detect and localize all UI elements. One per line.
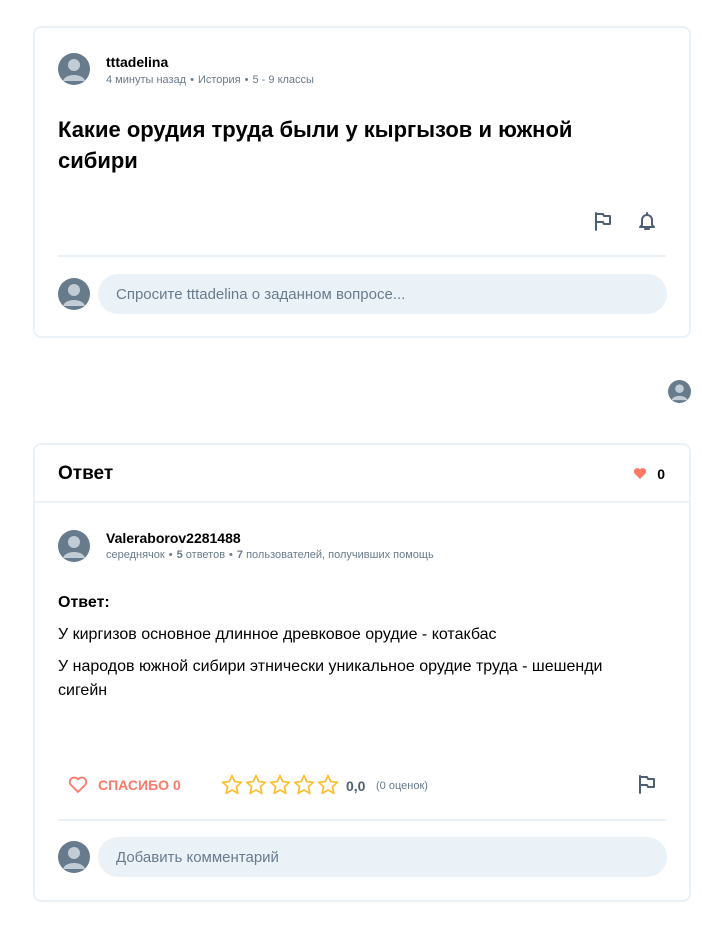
question-subject[interactable]: История xyxy=(198,74,241,86)
question-time: 4 минуты назад xyxy=(106,74,187,86)
star-outline-icon[interactable] xyxy=(316,773,340,797)
answer-author-helped-label: пользователей, получивших помощь xyxy=(246,549,434,561)
thanks-button[interactable]: СПАСИБО 0 xyxy=(68,773,181,797)
answer-author-meta: середнячок • 5 ответов • 7 пользователей, по… xyxy=(106,549,434,561)
thanks-label: СПАСИБО 0 xyxy=(98,777,181,793)
answer-paragraph: У народов южной сибири этнически уникаль… xyxy=(58,658,603,699)
heart-outline-icon xyxy=(68,776,88,793)
answer-header-title: Ответ xyxy=(58,463,114,484)
answer-author-avatar[interactable] xyxy=(58,530,90,562)
answer-header: Ответ 0 xyxy=(35,445,689,503)
question-comment-input[interactable] xyxy=(98,274,667,314)
user-avatar-icon xyxy=(63,59,85,81)
answer-author-name[interactable]: Valeraborov2281488 xyxy=(106,530,241,546)
rating-value: 0,0 xyxy=(346,778,366,794)
question-grade: 5 - 9 классы xyxy=(252,74,314,86)
star-outline-icon[interactable] xyxy=(220,773,244,797)
report-answer-button[interactable] xyxy=(636,773,658,795)
question-title: Какие орудия труда были у кыргызов и южн… xyxy=(58,117,573,173)
answer-author-helped-count: 7 xyxy=(236,549,244,561)
question-author-avatar[interactable] xyxy=(58,53,90,85)
user-avatar-icon xyxy=(63,284,85,306)
answer-card: Ответ 0 Valeraborov2281488 середнячок • 5 … xyxy=(33,443,691,902)
question-author-name[interactable]: tttadelina xyxy=(106,54,168,70)
answer-comment-input[interactable] xyxy=(98,837,667,877)
answer-body-label: Ответ: xyxy=(58,594,110,611)
rating-count: (0 оценок) xyxy=(376,780,428,792)
rating-stars[interactable] xyxy=(220,773,340,797)
bell-icon xyxy=(639,212,655,230)
user-avatar-icon xyxy=(671,384,688,401)
star-outline-icon[interactable] xyxy=(244,773,268,797)
answer-author-answers-label: ответов xyxy=(185,549,226,561)
answer-likes-heart[interactable] xyxy=(633,467,647,485)
user-avatar-icon xyxy=(63,847,85,869)
answer-commenter-avatar xyxy=(58,841,90,873)
question-divider xyxy=(58,255,666,257)
answer-paragraph: У киргизов основное длинное древковое ор… xyxy=(58,626,497,643)
commenter-avatar xyxy=(58,278,90,310)
flag-icon xyxy=(639,775,655,794)
question-card: tttadelina 4 минуты назад • История • 5 - 9 … xyxy=(33,26,691,338)
heart-icon xyxy=(633,468,647,479)
user-avatar-icon xyxy=(63,536,85,558)
answer-author-rank: середнячок xyxy=(106,549,165,561)
answer-likes-count: 0 xyxy=(657,466,665,482)
star-outline-icon[interactable] xyxy=(292,773,316,797)
answer-body: Ответ: У киргизов основное длинное древк… xyxy=(58,591,618,711)
follow-question-button[interactable] xyxy=(636,210,658,232)
answer-divider xyxy=(58,819,666,821)
question-meta: 4 минуты назад • История • 5 - 9 классы xyxy=(106,74,314,86)
floating-user-avatar[interactable] xyxy=(668,380,691,403)
report-question-button[interactable] xyxy=(592,210,614,232)
flag-icon xyxy=(595,212,611,231)
star-outline-icon[interactable] xyxy=(268,773,292,797)
answer-author-answers-count: 5 xyxy=(176,549,183,561)
